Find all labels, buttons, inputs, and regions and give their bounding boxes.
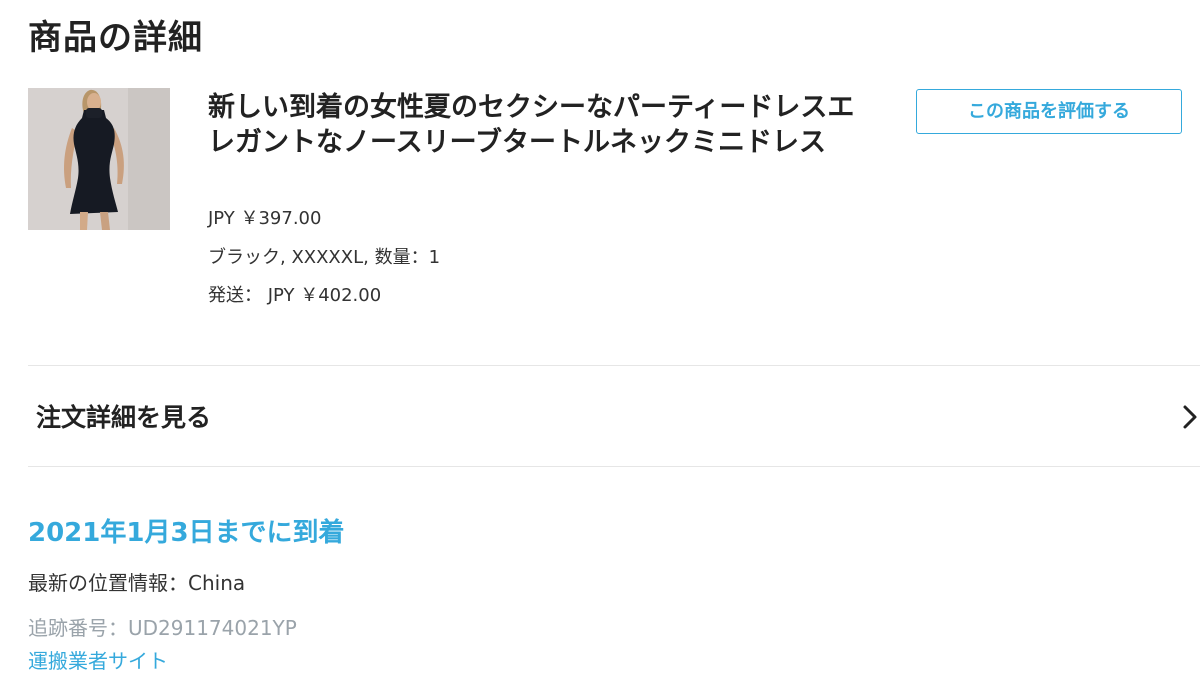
section-divider	[28, 466, 1200, 467]
review-product-button[interactable]: この商品を評価する	[916, 89, 1182, 134]
latest-location: 最新の位置情報：China	[28, 571, 246, 595]
page-title: 商品の詳細	[28, 18, 203, 58]
view-order-details-row[interactable]: 注文詳細を見る	[28, 366, 1200, 466]
product-title[interactable]: 新しい到着の女性夏のセクシーなパーティードレスエレガントなノースリーブタートルネ…	[208, 90, 876, 160]
dress-photo-illustration	[28, 88, 170, 230]
order-detail-page: 商品の詳細 新しい到着の女性夏のセクシーなパーティードレスエレガントなノースリー…	[0, 0, 1200, 684]
chevron-right-icon	[1183, 405, 1197, 429]
product-variant: ブラック, XXXXXL, 数量：1	[208, 247, 441, 268]
tracking-number: 追跡番号：UD291174021YP	[28, 616, 297, 640]
carrier-site-link[interactable]: 運搬業者サイト	[28, 645, 168, 674]
shipping-cost: 発送： JPY ￥402.00	[208, 285, 382, 306]
product-price: JPY ￥397.00	[208, 208, 322, 229]
view-order-details-label: 注文詳細を見る	[36, 403, 212, 432]
estimated-arrival: 2021年1月3日までに到着	[28, 518, 345, 548]
product-image[interactable]	[28, 88, 170, 230]
